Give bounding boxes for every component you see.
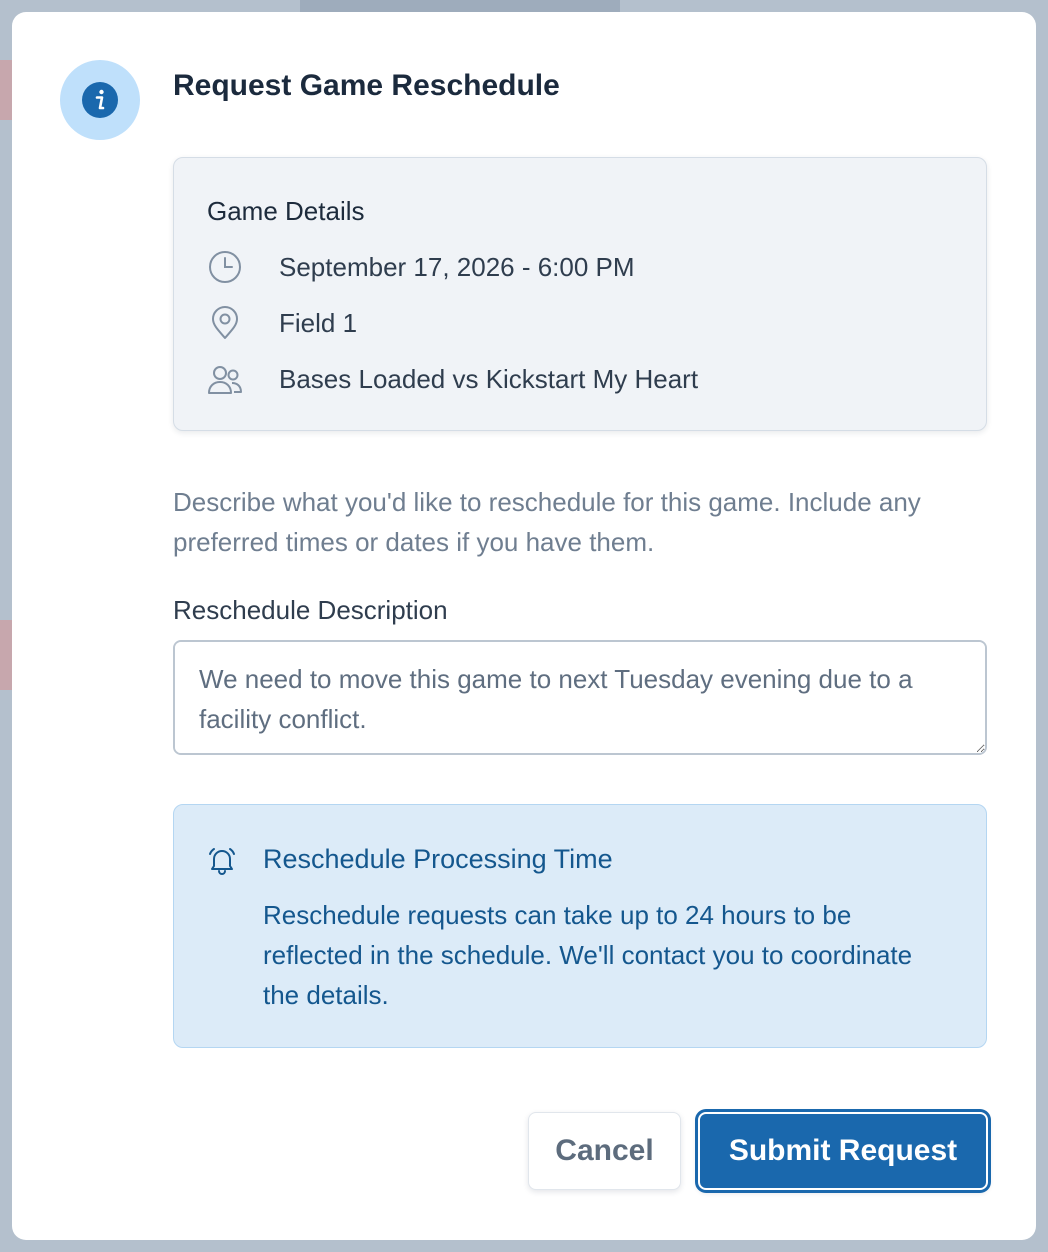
game-matchup: Bases Loaded vs Kickstart My Heart [279,364,699,394]
backdrop [300,0,620,12]
reschedule-description-label: Reschedule Description [173,595,448,625]
notice-body: Reschedule requests can take up to 24 ho… [263,900,913,1010]
users-icon [207,361,243,397]
game-details-card: Game Details September 17, 2026 - 6:00 P… [173,157,987,431]
notice-title: Reschedule Processing Time [263,844,613,874]
helper-text: Describe what you'd like to reschedule f… [173,487,921,557]
game-location: Field 1 [279,308,358,338]
dialog-title: Request Game Reschedule [173,69,560,102]
reschedule-dialog: Request Game Reschedule Game Details Sep… [12,12,1036,1240]
bell-icon [206,845,238,877]
game-date-time: September 17, 2026 - 6:00 PM [279,252,635,282]
info-icon [60,60,140,140]
game-date-row: September 17, 2026 - 6:00 PM [207,247,635,287]
reschedule-description-input[interactable]: We need to move this game to next Tuesda… [173,640,987,755]
reschedule-description-wrapper: We need to move this game to next Tuesda… [173,640,987,755]
backdrop [0,620,12,690]
submit-request-button[interactable]: Submit Request [698,1112,988,1190]
cancel-button[interactable]: Cancel [528,1112,681,1190]
game-matchup-row: Bases Loaded vs Kickstart My Heart [207,359,698,399]
game-details-heading: Game Details [207,196,365,226]
map-pin-icon [207,305,243,341]
processing-time-notice: Reschedule Processing Time Reschedule re… [173,804,987,1048]
clock-icon [207,249,243,285]
game-location-row: Field 1 [207,303,357,343]
backdrop [0,60,12,120]
